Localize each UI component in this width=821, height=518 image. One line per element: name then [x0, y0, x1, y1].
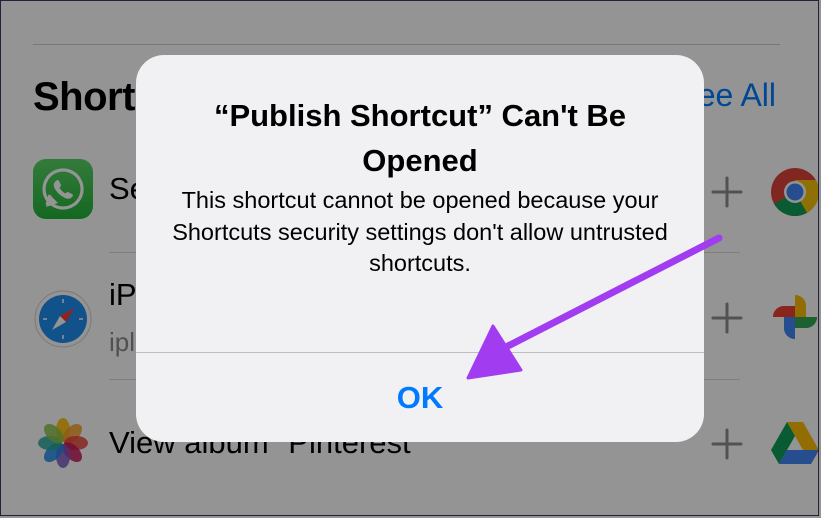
ok-button[interactable]: OK [136, 353, 704, 442]
alert-message: This shortcut cannot be opened because y… [172, 187, 668, 276]
alert-title: “Publish Shortcut” Can't Be Opened [213, 98, 627, 178]
alert-dialog: “Publish Shortcut” Can't Be Opened This … [136, 55, 704, 442]
